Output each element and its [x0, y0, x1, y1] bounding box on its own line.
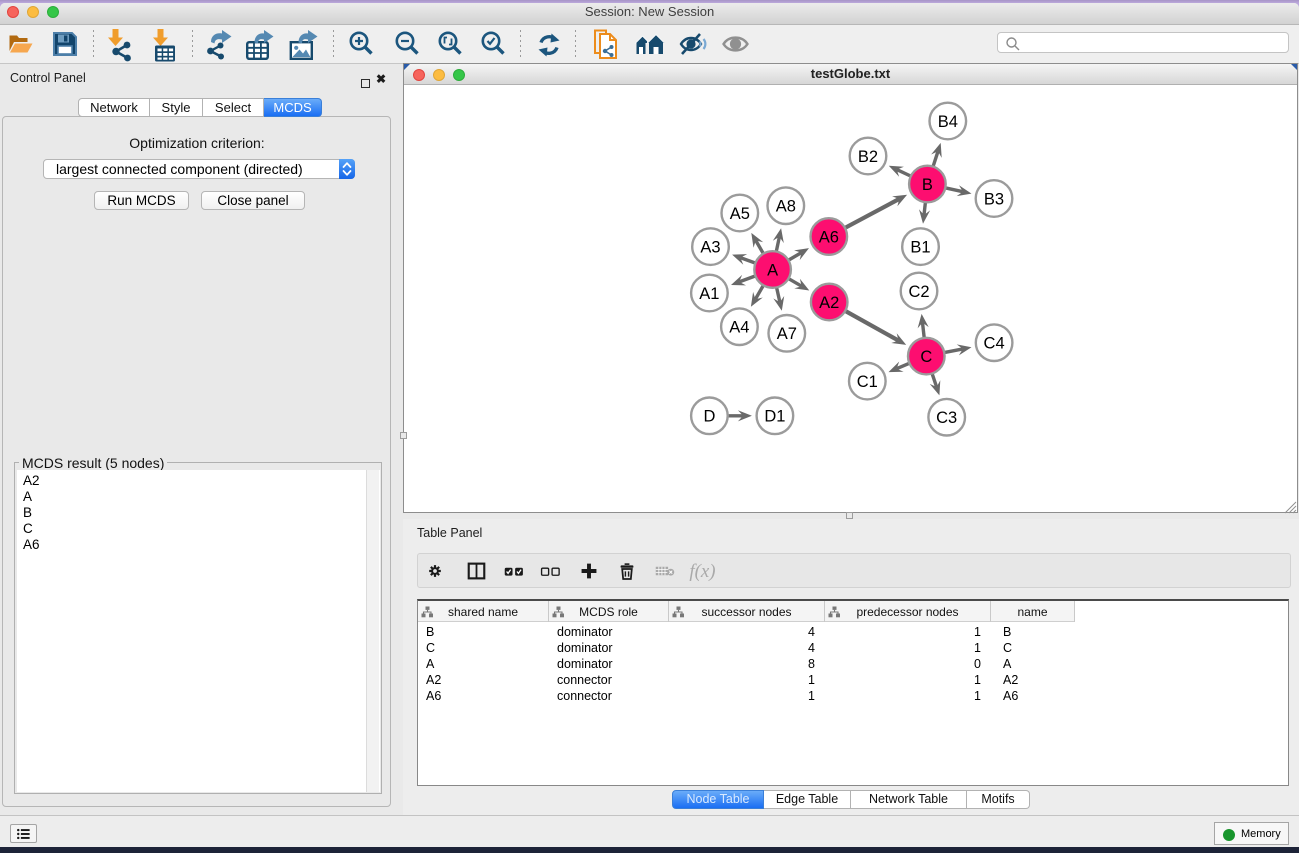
svg-text:B: B	[922, 176, 933, 194]
svg-text:C4: C4	[984, 335, 1005, 353]
svg-text:B3: B3	[984, 190, 1004, 208]
svg-text:A8: A8	[776, 198, 796, 216]
svg-text:A4: A4	[729, 319, 749, 337]
svg-text:A2: A2	[819, 294, 839, 312]
svg-text:C3: C3	[936, 409, 957, 427]
svg-text:B1: B1	[910, 238, 930, 256]
svg-text:A1: A1	[699, 285, 719, 303]
svg-text:A5: A5	[730, 205, 750, 223]
svg-text:B2: B2	[858, 148, 878, 166]
svg-text:A7: A7	[777, 325, 797, 343]
svg-text:A3: A3	[700, 238, 720, 256]
svg-text:C: C	[920, 348, 932, 366]
svg-text:A6: A6	[819, 228, 839, 246]
svg-text:f(x): f(x)	[689, 561, 715, 582]
svg-text:C1: C1	[857, 373, 878, 391]
svg-text:C2: C2	[908, 283, 929, 301]
svg-text:B4: B4	[938, 113, 958, 131]
svg-text:A: A	[767, 261, 778, 279]
svg-text:D: D	[703, 408, 715, 426]
svg-text:D1: D1	[764, 408, 785, 426]
